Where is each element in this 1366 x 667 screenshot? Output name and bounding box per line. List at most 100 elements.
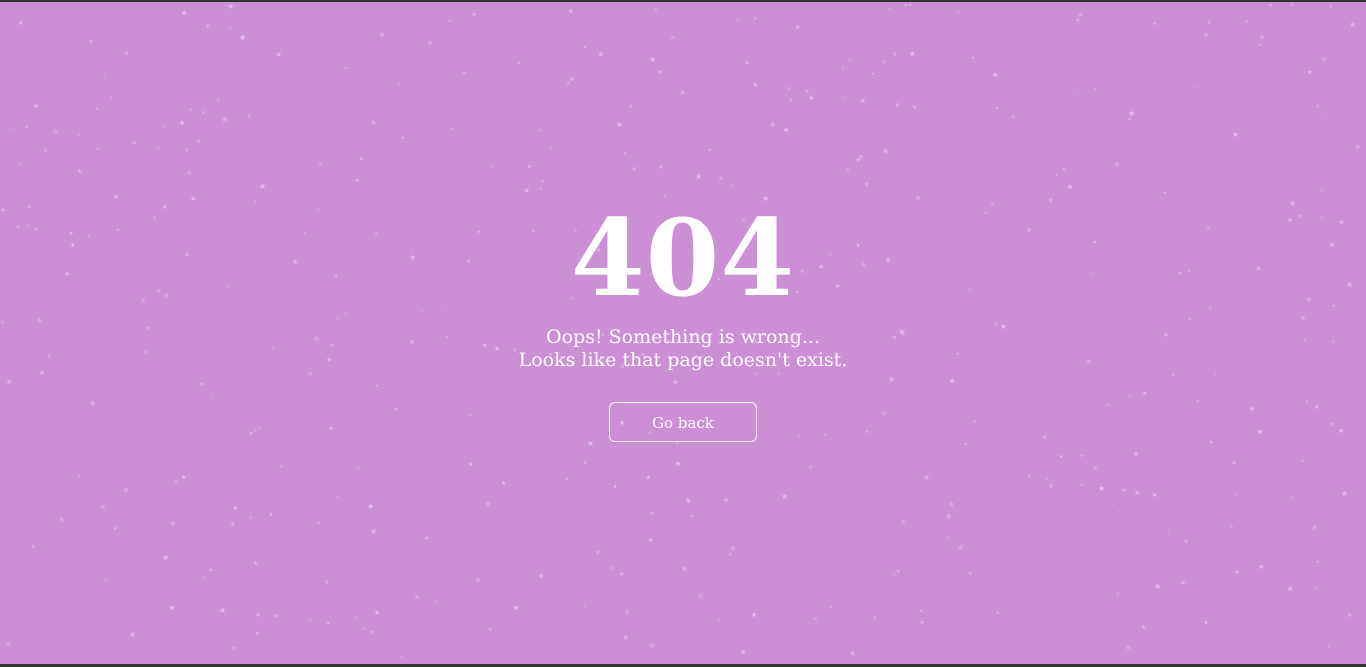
star-icon: ★ (269, 512, 274, 518)
star-icon: ★ (971, 55, 975, 60)
star-icon: ★ (89, 39, 94, 45)
star-icon: ★ (52, 127, 60, 136)
star-icon: ★ (230, 521, 236, 528)
star-icon: ★ (920, 620, 925, 626)
star-icon: ★ (369, 629, 375, 636)
star-icon: ★ (657, 69, 663, 76)
star-icon: ★ (249, 515, 253, 520)
star-icon: ★ (687, 499, 692, 505)
star-icon: ★ (1010, 113, 1017, 121)
star-icon: ★ (1315, 103, 1321, 110)
star-icon: ★ (1075, 17, 1081, 24)
star-icon: ★ (31, 544, 36, 550)
star-icon: ★ (610, 565, 616, 572)
star-icon: ★ (718, 175, 724, 182)
star-icon: ★ (894, 101, 901, 109)
star-icon: ★ (564, 476, 570, 483)
star-icon: ★ (649, 55, 657, 64)
star-icon: ★ (1062, 166, 1066, 171)
star-icon: ★ (728, 552, 733, 558)
star-icon: ★ (275, 50, 283, 59)
star-icon: ★ (569, 76, 575, 83)
star-icon: ★ (708, 147, 712, 152)
star-icon: ★ (845, 167, 851, 174)
star-icon: ★ (1320, 55, 1328, 64)
star-icon: ★ (539, 186, 543, 191)
star-icon: ★ (808, 464, 814, 471)
star-icon: ★ (1080, 453, 1084, 458)
star-icon: ★ (697, 592, 705, 601)
star-icon: ★ (956, 10, 960, 15)
star-icon: ★ (752, 81, 759, 89)
star-icon: ★ (42, 146, 50, 155)
star-icon: ★ (399, 654, 403, 659)
star-icon: ★ (919, 608, 923, 613)
go-back-button[interactable]: Go back (609, 402, 757, 442)
star-icon: ★ (654, 7, 658, 12)
star-icon: ★ (1153, 21, 1157, 26)
star-icon: ★ (367, 502, 375, 511)
star-icon: ★ (740, 648, 747, 656)
star-icon: ★ (1098, 484, 1106, 493)
star-icon: ★ (841, 66, 845, 71)
star-icon: ★ (855, 156, 862, 164)
star-icon: ★ (873, 615, 877, 620)
star-icon: ★ (795, 24, 801, 31)
star-icon: ★ (255, 631, 260, 637)
star-icon: ★ (221, 115, 229, 124)
star-icon: ★ (1113, 160, 1121, 169)
star-icon: ★ (169, 519, 177, 528)
star-icon: ★ (335, 494, 339, 499)
star-icon: ★ (308, 618, 313, 624)
star-icon: ★ (583, 603, 587, 608)
star-icon: ★ (448, 18, 452, 23)
star-icon: ★ (1134, 489, 1141, 497)
star-icon: ★ (675, 460, 682, 468)
star-icon: ★ (216, 98, 221, 104)
star-icon: ★ (232, 504, 239, 512)
star-icon: ★ (912, 104, 918, 111)
star-icon: ★ (619, 571, 625, 578)
star-icon: ★ (685, 497, 691, 504)
error-page: ★ ★ ★ ★ ★ ★ ★ ★ ★ ★ ★ ★ ★ ★ ★ ★ ★ ★ ★ ★ ★ ★ ★ ★ ★ ★ ★ ★ ★ ★ ★ ★ ★ ★ ★ ★ ★ ★ ★ ★… (0, 2, 1366, 664)
star-icon: ★ (597, 50, 605, 59)
star-icon: ★ (1180, 579, 1187, 587)
star-icon: ★ (1234, 569, 1240, 576)
star-icon: ★ (95, 106, 99, 111)
star-icon: ★ (427, 39, 434, 47)
star-icon: ★ (397, 81, 401, 86)
star-icon: ★ (996, 610, 1000, 615)
star-icon: ★ (690, 513, 694, 518)
star-icon: ★ (370, 118, 378, 127)
star-icon: ★ (326, 621, 331, 627)
star-icon: ★ (1307, 69, 1313, 76)
star-icon: ★ (679, 88, 687, 97)
star-icon: ★ (1073, 90, 1077, 95)
star-icon: ★ (829, 604, 833, 609)
star-icon: ★ (113, 193, 120, 201)
star-icon: ★ (355, 615, 359, 620)
star-icon: ★ (318, 162, 323, 168)
star-icon: ★ (229, 25, 233, 30)
star-icon: ★ (461, 69, 468, 77)
star-icon: ★ (947, 535, 951, 540)
star-icon: ★ (1355, 144, 1361, 151)
star-icon: ★ (370, 527, 378, 536)
star-icon: ★ (781, 492, 789, 501)
star-icon: ★ (9, 127, 13, 132)
star-icon: ★ (179, 119, 186, 127)
star-icon: ★ (1154, 582, 1162, 591)
star-icon: ★ (949, 501, 955, 508)
star-icon: ★ (717, 617, 721, 622)
star-icon: ★ (964, 441, 968, 446)
star-icon: ★ (1141, 624, 1147, 631)
star-icon: ★ (882, 147, 890, 156)
star-icon: ★ (472, 12, 477, 18)
star-icon: ★ (123, 486, 130, 494)
star-icon: ★ (1349, 20, 1357, 29)
star-icon: ★ (623, 151, 628, 157)
star-icon: ★ (751, 611, 758, 619)
star-icon: ★ (1055, 172, 1059, 177)
error-content: 404 Oops! Something is wrong... Looks li… (0, 202, 1366, 442)
star-icon: ★ (172, 477, 180, 486)
